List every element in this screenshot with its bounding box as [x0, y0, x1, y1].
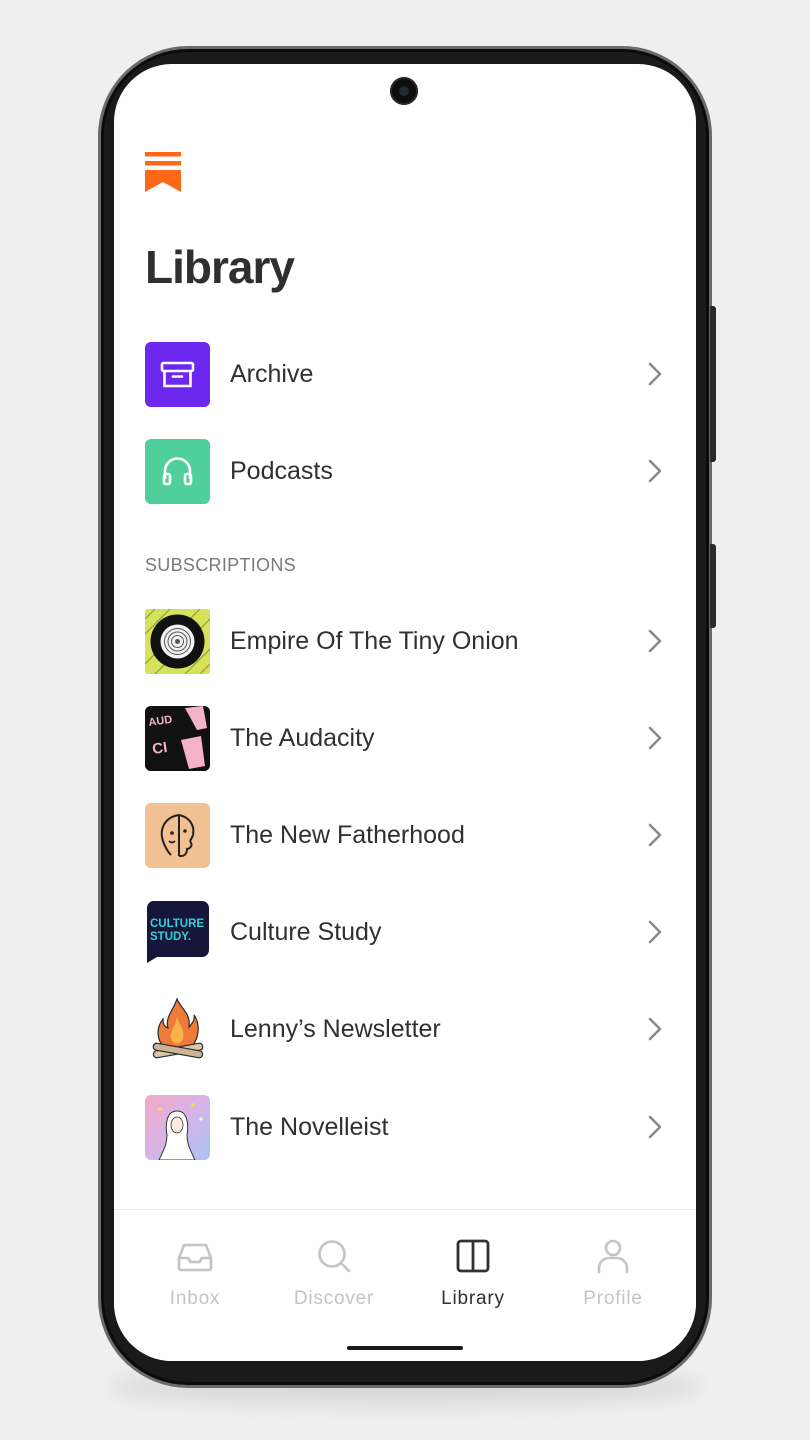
tab-inbox[interactable]: Inbox: [125, 1210, 265, 1330]
subscription-item[interactable]: The Novelleist: [145, 1094, 665, 1160]
archive-box-icon: [145, 341, 210, 407]
library-book-icon: [456, 1239, 490, 1273]
svg-text:STUDY.: STUDY.: [150, 931, 191, 943]
culture-study-thumbnail: CULTURE STUDY.: [145, 900, 210, 965]
tab-discover[interactable]: Discover: [264, 1210, 404, 1330]
chevron-right-icon: [648, 823, 662, 847]
front-camera: [390, 77, 418, 105]
power-button: [710, 544, 716, 628]
subscription-item[interactable]: CULTURE STUDY. Culture Study: [145, 899, 665, 965]
headphones-icon: [145, 438, 210, 504]
audacity-thumbnail: AUD CI: [145, 705, 210, 771]
tab-label: Inbox: [169, 1288, 221, 1309]
campfire-thumbnail: [145, 996, 210, 1062]
library-item-archive[interactable]: Archive: [145, 341, 665, 407]
chevron-right-icon: [648, 726, 662, 750]
chevron-right-icon: [648, 629, 662, 653]
person-icon: [597, 1239, 629, 1274]
page-title: Library: [145, 241, 295, 293]
bottom-tab-bar: Inbox Discover Library Profile: [114, 1209, 696, 1361]
chevron-right-icon: [648, 1017, 662, 1041]
tab-label: Discover: [293, 1288, 375, 1309]
subscription-label: Culture Study: [230, 917, 382, 946]
face-profile-thumbnail: [145, 802, 210, 868]
chevron-right-icon: [648, 362, 662, 386]
search-icon: [318, 1240, 351, 1273]
svg-text:CI: CI: [151, 739, 168, 758]
subscription-item[interactable]: Empire Of The Tiny Onion: [145, 608, 665, 674]
chevron-right-icon: [648, 1115, 662, 1139]
library-item-label: Podcasts: [230, 456, 333, 485]
home-indicator[interactable]: [347, 1346, 463, 1350]
subscription-item[interactable]: Lenny’s Newsletter: [145, 996, 665, 1062]
tab-label: Library: [441, 1288, 505, 1309]
svg-text:CULTURE: CULTURE: [150, 918, 204, 930]
subscriptions-heading: SUBSCRIPTIONS: [145, 555, 296, 575]
tab-profile[interactable]: Profile: [543, 1210, 683, 1330]
tab-label: Profile: [583, 1288, 643, 1309]
onion-thumbnail: [145, 608, 210, 674]
subscription-item[interactable]: AUD CI The Audacity: [145, 705, 665, 771]
subscription-label: The Audacity: [230, 723, 375, 752]
chevron-right-icon: [648, 920, 662, 944]
library-item-label: Archive: [230, 359, 314, 388]
subscription-label: The New Fatherhood: [230, 820, 465, 849]
subscription-label: Lenny’s Newsletter: [230, 1014, 441, 1043]
volume-button: [710, 306, 716, 462]
app-screen: Library Archive Podcasts SUBSCRIPTIONS E…: [114, 64, 696, 1361]
library-item-podcasts[interactable]: Podcasts: [145, 438, 665, 504]
tab-library[interactable]: Library: [403, 1210, 543, 1330]
novelleist-thumbnail: [145, 1094, 210, 1160]
subscription-item[interactable]: The New Fatherhood: [145, 802, 665, 868]
subscription-label: Empire Of The Tiny Onion: [230, 626, 519, 655]
subscription-label: The Novelleist: [230, 1112, 389, 1141]
chevron-right-icon: [648, 459, 662, 483]
inbox-tray-icon: [177, 1243, 213, 1272]
substack-logo-icon: [145, 152, 181, 192]
